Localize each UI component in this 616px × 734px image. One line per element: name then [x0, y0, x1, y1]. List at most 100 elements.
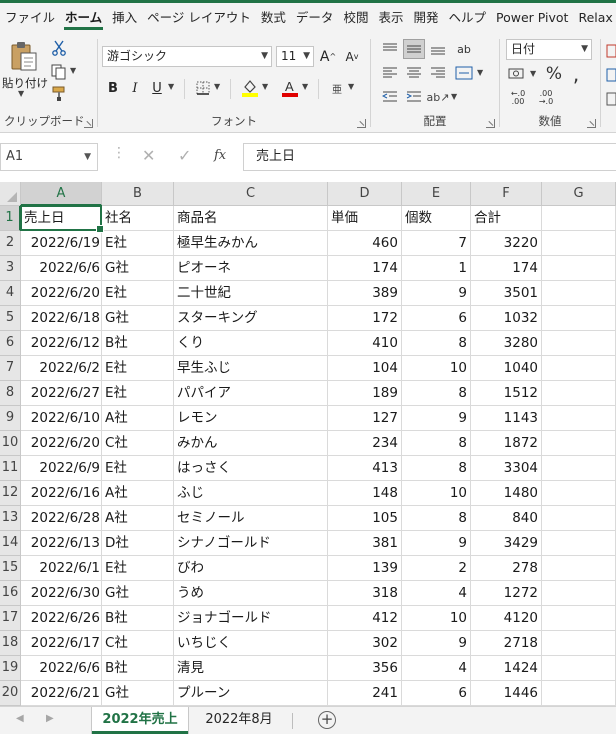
cell-E5[interactable]: 6	[402, 306, 471, 331]
cell-C16[interactable]: うめ	[174, 581, 328, 606]
cell-G13[interactable]	[542, 506, 616, 531]
cell-E6[interactable]: 8	[402, 331, 471, 356]
insert-function-icon[interactable]: fx	[214, 148, 226, 163]
cell-A12[interactable]: 2022/6/16	[21, 481, 102, 506]
align-center-icon[interactable]	[403, 63, 425, 83]
cell-A8[interactable]: 2022/6/27	[21, 381, 102, 406]
orientation-icon[interactable]: ab↗	[427, 87, 450, 107]
cell-B11[interactable]: E社	[102, 456, 174, 481]
cell-styles-icon[interactable]	[606, 89, 616, 109]
row-header[interactable]: 4	[0, 281, 21, 306]
cell-B2[interactable]: E社	[102, 231, 174, 256]
number-launcher-icon[interactable]	[587, 119, 596, 128]
row-header[interactable]: 20	[0, 681, 21, 706]
cell-D6[interactable]: 410	[328, 331, 402, 356]
align-right-icon[interactable]	[427, 63, 449, 83]
row-header[interactable]: 8	[0, 381, 21, 406]
cell-D5[interactable]: 172	[328, 306, 402, 331]
cell-G17[interactable]	[542, 606, 616, 631]
cell-C8[interactable]: パパイア	[174, 381, 328, 406]
cell-B14[interactable]: D社	[102, 531, 174, 556]
cell-G10[interactable]	[542, 431, 616, 456]
column-header[interactable]: B	[102, 182, 174, 206]
cell-D9[interactable]: 127	[328, 406, 402, 431]
align-middle-icon[interactable]	[403, 39, 425, 59]
cell-G5[interactable]	[542, 306, 616, 331]
cell-B5[interactable]: G社	[102, 306, 174, 331]
cell-C20[interactable]: プルーン	[174, 681, 328, 706]
row-header[interactable]: 11	[0, 456, 21, 481]
cell-D2[interactable]: 460	[328, 231, 402, 256]
cell-F15[interactable]: 278	[471, 556, 542, 581]
row-header[interactable]: 14	[0, 531, 21, 556]
ribbon-tab[interactable]: 数式	[256, 3, 291, 33]
cell-G14[interactable]	[542, 531, 616, 556]
wrap-text-icon[interactable]: ab	[453, 38, 475, 60]
cell-A7[interactable]: 2022/6/2	[21, 356, 102, 381]
cell-B16[interactable]: G社	[102, 581, 174, 606]
cell-F8[interactable]: 1512	[471, 381, 542, 406]
italic-icon[interactable]: I	[126, 78, 144, 98]
cell-E18[interactable]: 9	[402, 631, 471, 656]
name-box[interactable]: A1 ▼	[0, 143, 98, 171]
cell-A13[interactable]: 2022/6/28	[21, 506, 102, 531]
cell-D11[interactable]: 413	[328, 456, 402, 481]
cell-A11[interactable]: 2022/6/9	[21, 456, 102, 481]
row-header[interactable]: 6	[0, 331, 21, 356]
cell-F11[interactable]: 3304	[471, 456, 542, 481]
cancel-icon[interactable]: ✕	[142, 146, 155, 165]
row-header[interactable]: 16	[0, 581, 21, 606]
cell-A20[interactable]: 2022/6/21	[21, 681, 102, 706]
cell-A16[interactable]: 2022/6/30	[21, 581, 102, 606]
increase-decimal-icon[interactable]: ←.0.00	[506, 88, 530, 108]
cell-F19[interactable]: 1424	[471, 656, 542, 681]
cell-B4[interactable]: E社	[102, 281, 174, 306]
cell-D19[interactable]: 356	[328, 656, 402, 681]
cell-F1[interactable]: 合計	[471, 206, 542, 231]
cell-C5[interactable]: スターキング	[174, 306, 328, 331]
cell-E12[interactable]: 10	[402, 481, 471, 506]
borders-icon[interactable]	[194, 78, 212, 98]
cell-B7[interactable]: E社	[102, 356, 174, 381]
cell-A17[interactable]: 2022/6/26	[21, 606, 102, 631]
cell-G7[interactable]	[542, 356, 616, 381]
cell-F17[interactable]: 4120	[471, 606, 542, 631]
underline-dropdown-icon[interactable]: ▼	[168, 82, 174, 91]
cell-C15[interactable]: びわ	[174, 556, 328, 581]
row-header[interactable]: 19	[0, 656, 21, 681]
cell-G8[interactable]	[542, 381, 616, 406]
ribbon-tab[interactable]: 挿入	[107, 3, 142, 33]
cell-B8[interactable]: E社	[102, 381, 174, 406]
cell-E4[interactable]: 9	[402, 281, 471, 306]
cell-A18[interactable]: 2022/6/17	[21, 631, 102, 656]
cell-B6[interactable]: B社	[102, 331, 174, 356]
cell-G19[interactable]	[542, 656, 616, 681]
cell-E20[interactable]: 6	[402, 681, 471, 706]
font-grow-icon[interactable]: A ^	[318, 46, 338, 67]
merge-center-icon[interactable]	[453, 63, 475, 83]
bold-icon[interactable]: B	[104, 78, 122, 98]
fill-color-icon[interactable]	[240, 77, 260, 99]
cell-C3[interactable]: ピオーネ	[174, 256, 328, 281]
align-top-icon[interactable]	[379, 39, 401, 59]
cell-D16[interactable]: 318	[328, 581, 402, 606]
cell-D1[interactable]: 単価	[328, 206, 402, 231]
cell-G15[interactable]	[542, 556, 616, 581]
chevron-down-icon[interactable]: ▼	[18, 89, 24, 98]
cell-D14[interactable]: 381	[328, 531, 402, 556]
cell-C10[interactable]: みかん	[174, 431, 328, 456]
cell-B10[interactable]: C社	[102, 431, 174, 456]
cell-F6[interactable]: 3280	[471, 331, 542, 356]
cell-A1[interactable]: 売上日	[21, 206, 102, 231]
column-header[interactable]: D	[328, 182, 402, 206]
cell-D8[interactable]: 189	[328, 381, 402, 406]
cell-G12[interactable]	[542, 481, 616, 506]
next-sheet-icon[interactable]: ▶	[46, 713, 54, 724]
format-painter-icon[interactable]	[50, 85, 68, 103]
cell-B9[interactable]: A社	[102, 406, 174, 431]
cell-B20[interactable]: G社	[102, 681, 174, 706]
cell-E15[interactable]: 2	[402, 556, 471, 581]
cell-A5[interactable]: 2022/6/18	[21, 306, 102, 331]
ribbon-tab[interactable]: 表示	[373, 3, 408, 33]
cell-C11[interactable]: はっさく	[174, 456, 328, 481]
